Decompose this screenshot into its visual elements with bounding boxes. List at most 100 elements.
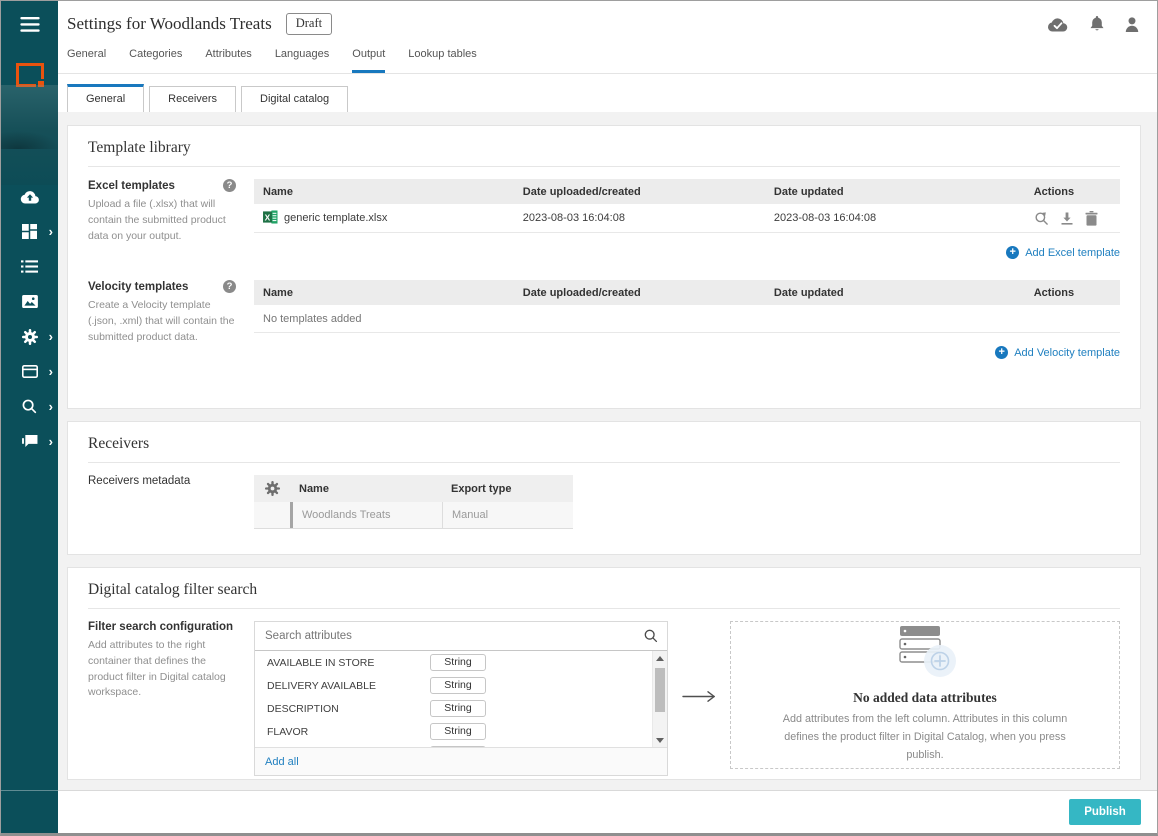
attribute-list-item-partial[interactable] [255, 743, 652, 747]
attribute-list-item[interactable]: FLAVOR String [255, 720, 652, 743]
section-divider [88, 462, 1120, 463]
section-divider [88, 166, 1120, 167]
trash-icon[interactable] [1085, 211, 1098, 226]
tab-attributes[interactable]: Attributes [205, 48, 251, 73]
app-window: › › › › › [0, 0, 1158, 836]
empty-attributes-database-icon [892, 625, 958, 684]
scrollbar-down-button[interactable] [653, 733, 667, 747]
notifications-bell-icon[interactable] [1090, 16, 1104, 32]
velocity-templates-description: Create a Velocity template (.json, .xml)… [88, 298, 236, 345]
excel-templates-section: Excel templates ? Upload a file (.xlsx) … [88, 179, 1120, 263]
cloud-sync-check-icon[interactable] [1047, 17, 1069, 32]
search-attributes-input[interactable] [255, 622, 667, 650]
page-header: Settings for Woodlands Treats Draft Gene… [58, 1, 1157, 74]
scrollbar-down-icon [656, 738, 664, 743]
sidebar-item-media[interactable] [1, 284, 58, 319]
add-excel-template-button[interactable]: + Add Excel template [254, 233, 1120, 263]
hamburger-icon [20, 17, 40, 37]
image-media-icon [22, 295, 38, 308]
attribute-list-item[interactable]: DELIVERY AVAILABLE String [255, 674, 652, 697]
excel-templates-description: Upload a file (.xlsx) that will contain … [88, 197, 236, 244]
column-header-name: Name [290, 483, 442, 495]
sidebar-item-list[interactable] [1, 249, 58, 284]
replace-search-icon[interactable] [1034, 211, 1049, 226]
brand-logo-icon [16, 63, 44, 87]
column-header-date-uploaded: Date uploaded/created [514, 186, 765, 198]
add-velocity-template-button[interactable]: + Add Velocity template [254, 333, 1120, 363]
chevron-right-icon: › [49, 224, 53, 237]
tab-languages[interactable]: Languages [275, 48, 329, 73]
date-uploaded-value: 2023-08-03 16:04:08 [514, 212, 765, 224]
search-icon [644, 629, 658, 648]
attribute-type-badge: String [430, 723, 486, 740]
help-icon[interactable]: ? [223, 179, 236, 192]
sidebar-item-settings[interactable]: › [1, 319, 58, 354]
tab-lookup-tables[interactable]: Lookup tables [408, 48, 477, 73]
excel-templates-label: Excel templates [88, 180, 175, 192]
tab-general[interactable]: General [67, 48, 106, 73]
add-all-link[interactable]: Add all [265, 756, 299, 768]
column-header-name: Name [254, 287, 514, 299]
table-row: X generic template.xlsx 2023-08-03 16:04… [254, 204, 1120, 233]
attribute-list-item[interactable]: AVAILABLE IN STORE String [255, 651, 652, 674]
added-attributes-empty-panel: No added data attributes Add attributes … [730, 621, 1120, 769]
section-heading-receivers: Receivers [88, 435, 1120, 453]
empty-state-description: Add attributes from the left column. Att… [775, 711, 1075, 764]
receivers-metadata-section: Receivers metadata Name Export type Wood… [88, 475, 1120, 529]
sidebar-background-image [1, 85, 58, 185]
list-view-icon [21, 260, 38, 273]
scrollbar-up-button[interactable] [653, 651, 667, 665]
receiver-export-type: Manual [442, 502, 573, 528]
svg-text:X: X [265, 212, 271, 222]
sidebar-item-search[interactable]: › [1, 389, 58, 424]
filter-search-description: Add attributes to the right container th… [88, 638, 236, 701]
add-velocity-template-label: Add Velocity template [1014, 347, 1120, 359]
add-excel-template-label: Add Excel template [1025, 247, 1120, 259]
tab-output[interactable]: Output [352, 48, 385, 73]
chevron-right-icon: › [49, 329, 53, 342]
column-settings-gear-icon[interactable] [254, 481, 290, 496]
attribute-type-badge: String [430, 654, 486, 671]
excel-file-icon: X [263, 210, 278, 227]
table-header-row: Name Date uploaded/created Date updated … [254, 280, 1120, 305]
sidebar-item-upload[interactable] [1, 179, 58, 214]
vertical-scrollbar[interactable] [652, 651, 667, 747]
user-profile-icon[interactable] [1125, 17, 1139, 32]
subtab-general[interactable]: General [67, 84, 144, 112]
attribute-type-badge: String [430, 700, 486, 717]
subtab-digital-catalog[interactable]: Digital catalog [241, 86, 348, 112]
attributes-picker-panel: AVAILABLE IN STORE String DELIVERY AVAIL… [254, 621, 668, 776]
attribute-name: DESCRIPTION [267, 703, 430, 715]
filter-search-label: Filter search configuration [88, 621, 233, 633]
excel-templates-table: Name Date uploaded/created Date updated … [254, 179, 1120, 263]
publish-button[interactable]: Publish [1069, 799, 1141, 825]
main-tab-bar: General Categories Attributes Languages … [58, 42, 1157, 73]
subtab-receivers[interactable]: Receivers [149, 86, 236, 112]
scrollbar-thumb[interactable] [655, 668, 665, 712]
download-icon[interactable] [1060, 211, 1074, 225]
chevron-right-icon: › [49, 364, 53, 377]
gear-icon [22, 329, 38, 345]
column-header-export-type: Export type [442, 483, 573, 495]
velocity-templates-section: Velocity templates ? Create a Velocity t… [88, 280, 1120, 363]
receiver-name: Woodlands Treats [290, 502, 442, 528]
receivers-card: Receivers Receivers metadata Name Export… [67, 421, 1141, 555]
velocity-templates-table: Name Date uploaded/created Date updated … [254, 280, 1120, 363]
attribute-type-badge: String [430, 677, 486, 694]
digital-catalog-card: Digital catalog filter search Filter sea… [67, 567, 1141, 780]
filter-search-section: Filter search configuration Add attribut… [88, 621, 1120, 776]
search-icon [22, 399, 37, 414]
sidebar-item-planner[interactable]: › [1, 354, 58, 389]
sidebar-nav: › › › › › [1, 179, 58, 459]
attribute-name: DELIVERY AVAILABLE [267, 680, 430, 692]
table-header-row: Name Date uploaded/created Date updated … [254, 179, 1120, 204]
attribute-list-item[interactable]: DESCRIPTION String [255, 697, 652, 720]
attribute-name: AVAILABLE IN STORE [267, 657, 430, 669]
right-arrow-icon [682, 690, 716, 708]
tab-categories[interactable]: Categories [129, 48, 182, 73]
menu-button[interactable] [1, 1, 58, 37]
help-icon[interactable]: ? [223, 280, 236, 293]
sidebar-item-messages[interactable]: › [1, 424, 58, 459]
column-header-actions: Actions [1025, 287, 1120, 299]
sidebar-item-apps[interactable]: › [1, 214, 58, 249]
